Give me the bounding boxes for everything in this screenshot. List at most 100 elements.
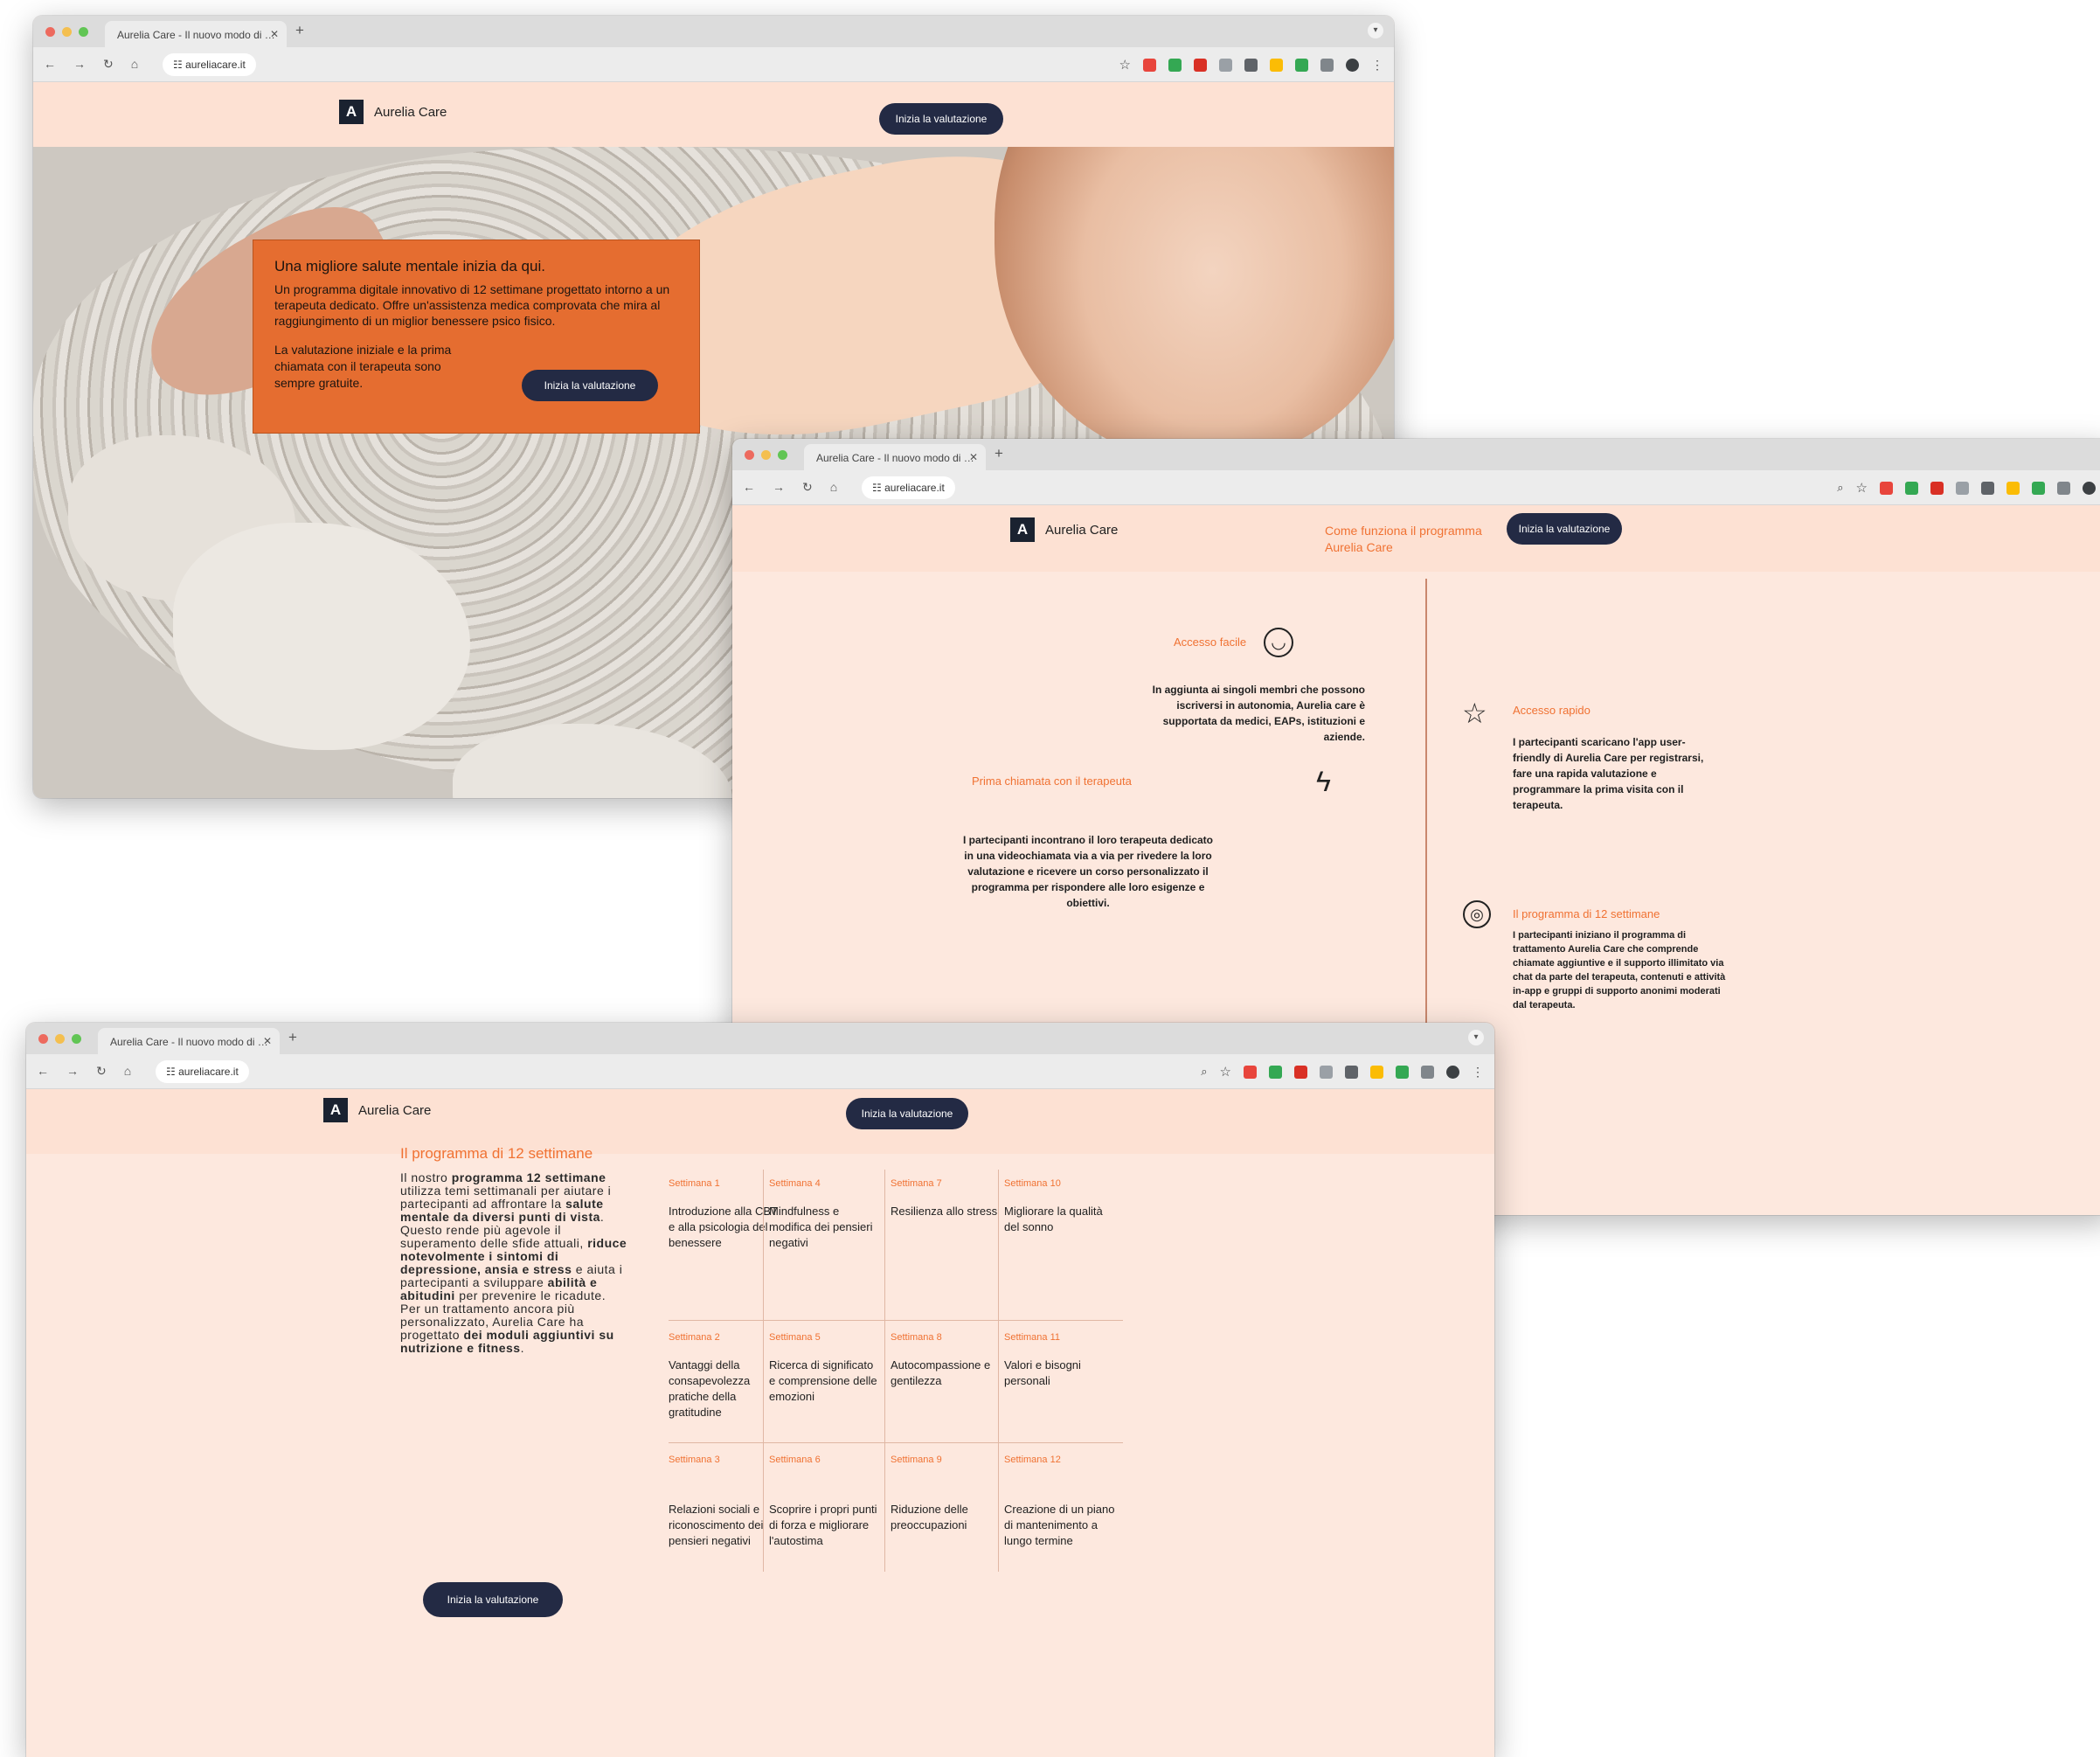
maximize-window-button[interactable] [778,450,787,460]
close-tab-icon[interactable]: ✕ [263,1035,272,1047]
close-tab-icon[interactable]: ✕ [969,451,978,463]
bookmark-star-icon[interactable]: ☆ [1119,57,1131,73]
maximize-window-button[interactable] [79,27,88,37]
new-tab-plus-icon[interactable]: + [995,445,1003,462]
forward-arrow-icon[interactable]: → [73,57,86,72]
section-title: Come funziona il programma Aurelia Care [1325,524,1482,554]
extension-icon[interactable] [1320,1065,1333,1079]
back-arrow-icon[interactable]: ← [743,480,755,495]
url-field[interactable]: ☷ aureliacare.it [156,1060,249,1083]
feature-body: I partecipanti scaricano l'app user-frie… [1513,736,1704,811]
back-arrow-icon[interactable]: ← [44,57,56,72]
url-field[interactable]: ☷ aureliacare.it [862,476,955,499]
browser-tab[interactable]: Aurelia Care - Il nuovo modo di … ✕ [98,1028,280,1054]
close-window-button[interactable] [38,1034,48,1044]
brand-logo[interactable]: A Aurelia Care [1010,517,1118,542]
extension-icon[interactable] [1270,58,1283,72]
extension-icon[interactable] [1143,58,1156,72]
brand-name: Aurelia Care [1045,522,1119,538]
extension-icon[interactable] [1244,1065,1257,1079]
extension-icon[interactable] [1396,1065,1409,1079]
feature-title: Il programma di 12 settimane [1513,907,1660,920]
url-text: aureliacare.it [884,482,945,494]
bottom-start-assessment-button[interactable]: Inizia la valutazione [423,1582,563,1617]
start-assessment-button[interactable]: Inizia la valutazione [846,1098,968,1129]
extension-icon[interactable] [1168,58,1182,72]
feature-title: Prima chiamata con il terapeuta [972,774,1132,788]
search-icon[interactable]: ⌕ [1837,481,1843,495]
extension-icon[interactable] [1421,1065,1434,1079]
week-topic: Ricerca di significato e comprensione de… [769,1358,877,1403]
minimize-window-button[interactable] [761,450,771,460]
chevron-down-icon[interactable]: ▾ [1468,1030,1484,1045]
target-icon: ◎ [1463,900,1491,928]
minimize-window-button[interactable] [55,1034,65,1044]
week-label: Settimana 7 [891,1178,942,1189]
minimize-window-button[interactable] [62,27,72,37]
week-topic: Valori e bisogni personali [1004,1358,1081,1387]
home-icon[interactable]: ⌂ [124,1064,131,1079]
reload-icon[interactable]: ↻ [96,1064,107,1079]
extension-icon[interactable] [1320,58,1334,72]
extension-icon[interactable] [1294,1065,1307,1079]
extension-icon[interactable] [1905,481,1918,495]
week-label: Settimana 5 [769,1332,821,1343]
chevron-down-icon[interactable]: ▾ [1368,23,1383,38]
maximize-window-button[interactable] [72,1034,81,1044]
hero-start-assessment-button[interactable]: Inizia la valutazione [522,370,658,401]
week-topic: Scoprire i propri punti di forza e migli… [769,1503,877,1547]
profile-avatar-icon[interactable] [1346,58,1359,72]
extension-icon[interactable] [1244,58,1258,72]
close-window-button[interactable] [45,27,55,37]
program-intro: Il nostro programma 12 settimane utilizz… [400,1170,627,1355]
extension-icon[interactable] [1345,1065,1358,1079]
extension-icon[interactable] [1295,58,1308,72]
bookmark-star-icon[interactable]: ☆ [1856,480,1868,496]
forward-arrow-icon[interactable]: → [773,480,785,495]
extension-icon[interactable] [1981,481,1994,495]
extension-icon[interactable] [1370,1065,1383,1079]
home-icon[interactable]: ⌂ [131,57,138,72]
extension-icon[interactable] [1956,481,1969,495]
tab-title: Aurelia Care - Il nuovo modo di … [110,1036,268,1048]
profile-avatar-icon[interactable] [1446,1065,1459,1079]
week-label: Settimana 9 [891,1455,942,1465]
feature-body: I partecipanti iniziano il programma di … [1513,930,1726,1010]
start-assessment-button[interactable]: Inizia la valutazione [1507,513,1622,545]
reload-icon[interactable]: ↻ [802,480,813,495]
start-assessment-button[interactable]: Inizia la valutazione [879,103,1003,135]
url-field[interactable]: ☷ aureliacare.it [163,53,256,76]
week-label: Settimana 10 [1004,1178,1061,1189]
new-tab-plus-icon[interactable]: + [288,1029,297,1046]
new-tab-plus-icon[interactable]: + [295,22,304,39]
profile-avatar-icon[interactable] [2083,481,2096,495]
site-header: A Aurelia Care Inizia la valutazione [33,82,1394,147]
star-icon: ☆ [1462,698,1487,729]
extension-icon[interactable] [2006,481,2020,495]
forward-arrow-icon[interactable]: → [66,1064,79,1079]
browser-tab[interactable]: Aurelia Care - Il nuovo modo di … ✕ [804,444,986,470]
week-label: Settimana 12 [1004,1455,1061,1465]
extension-icon[interactable] [1219,58,1232,72]
week-cell: Settimana 7 Resilienza allo stress [891,1178,1002,1219]
extension-icon[interactable] [2032,481,2045,495]
back-arrow-icon[interactable]: ← [37,1064,49,1079]
home-icon[interactable]: ⌂ [830,480,837,495]
brand-logo[interactable]: A Aurelia Care [339,100,447,124]
close-tab-icon[interactable]: ✕ [270,28,279,40]
browser-tab[interactable]: Aurelia Care - Il nuovo modo di … ✕ [105,21,287,47]
week-label: Settimana 8 [891,1332,942,1343]
extension-icon[interactable] [1194,58,1207,72]
extension-icon[interactable] [1880,481,1893,495]
search-icon[interactable]: ⌕ [1201,1065,1207,1079]
reload-icon[interactable]: ↻ [103,57,114,72]
bookmark-star-icon[interactable]: ☆ [1220,1064,1231,1080]
kebab-menu-icon[interactable]: ⋮ [1472,1065,1484,1080]
extension-icon[interactable] [1930,481,1944,495]
extension-icon[interactable] [2057,481,2070,495]
close-window-button[interactable] [745,450,754,460]
brand-logo[interactable]: A Aurelia Care [323,1098,431,1122]
extension-icon[interactable] [1269,1065,1282,1079]
kebab-menu-icon[interactable]: ⋮ [1371,58,1383,73]
tab-bar: Aurelia Care - Il nuovo modo di … ✕ + ▾ [33,16,1394,47]
